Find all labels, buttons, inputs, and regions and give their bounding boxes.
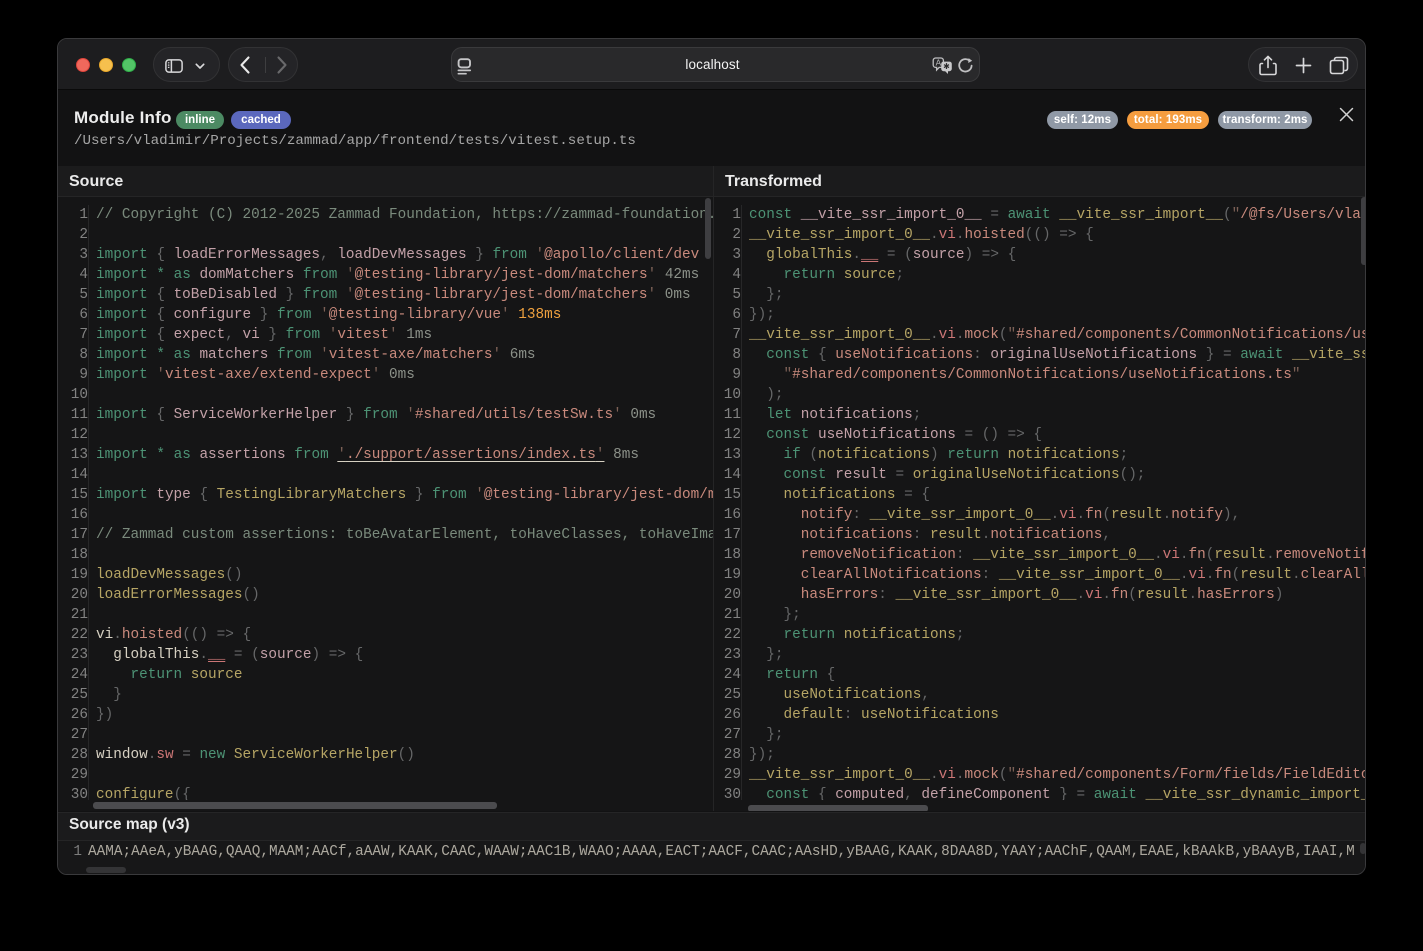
svg-text:A: A bbox=[936, 58, 942, 67]
svg-text:✱: ✱ bbox=[943, 62, 950, 71]
